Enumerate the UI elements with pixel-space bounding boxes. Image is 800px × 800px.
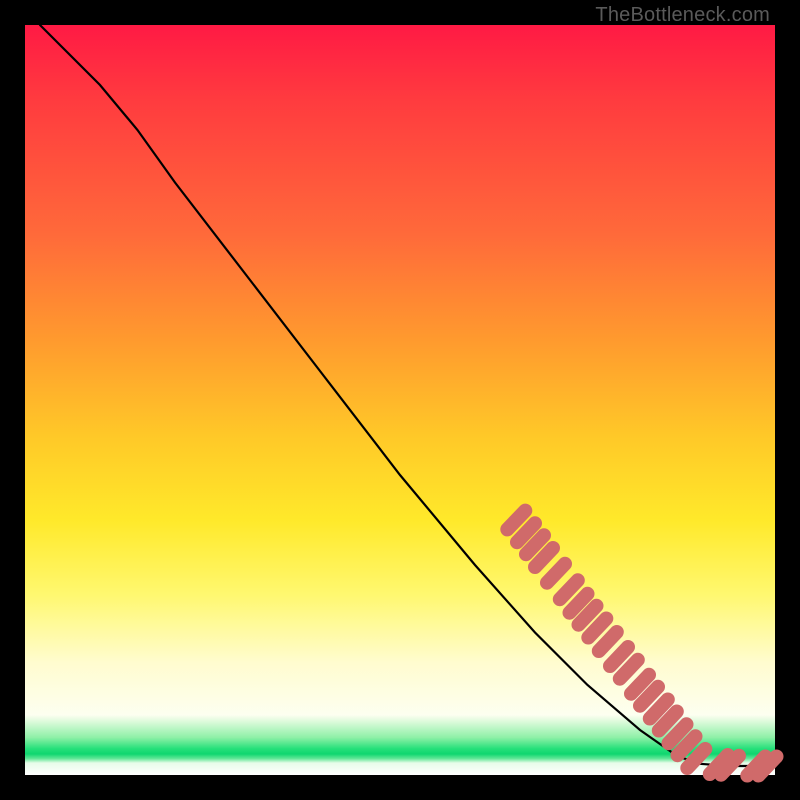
chart-points (507, 511, 776, 776)
chart-plot-area (25, 25, 775, 775)
watermark-text: TheBottleneck.com (595, 4, 770, 27)
chart-point (560, 580, 578, 599)
chart-overlay (25, 25, 775, 775)
chart-curve (40, 25, 760, 766)
chart-point (599, 632, 617, 651)
chart-point (547, 564, 565, 583)
chart-stage: TheBottleneck.com (0, 0, 800, 800)
